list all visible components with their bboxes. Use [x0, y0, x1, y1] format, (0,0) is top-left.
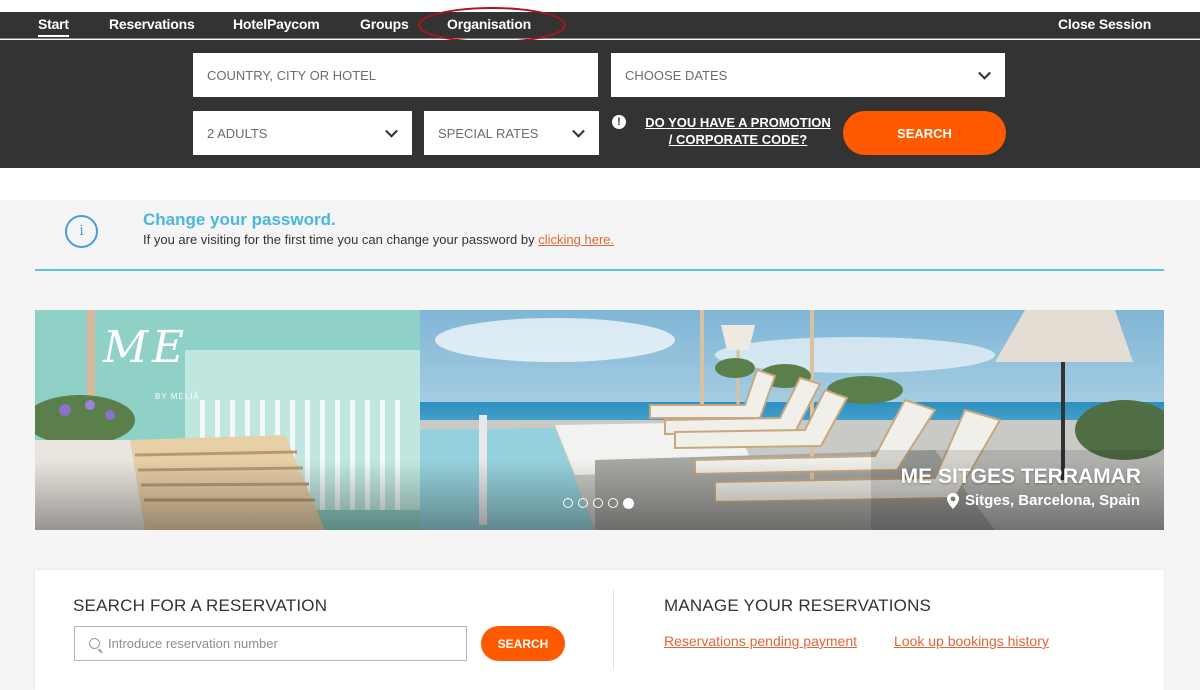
- notice-text: If you are visiting for the first time y…: [143, 232, 614, 247]
- exclamation-icon: !: [612, 115, 626, 129]
- carousel-dot-5-active[interactable]: [623, 498, 634, 509]
- carousel-dots: [563, 498, 634, 509]
- highlight-circle-annotation: [418, 7, 566, 43]
- dates-dropdown[interactable]: CHOOSE DATES: [611, 53, 1005, 97]
- search-panel: COUNTRY, CITY OR HOTEL CHOOSE DATES 2 AD…: [0, 40, 1200, 168]
- close-session-link[interactable]: Close Session: [1058, 16, 1151, 32]
- destination-input[interactable]: COUNTRY, CITY OR HOTEL: [193, 53, 598, 97]
- change-password-link[interactable]: clicking here.: [538, 232, 614, 247]
- reservation-number-field[interactable]: [74, 626, 467, 661]
- hotel-location: Sitges, Barcelona, Spain: [946, 492, 1140, 509]
- guests-label: 2 ADULTS: [207, 125, 268, 141]
- reservation-number-input[interactable]: [108, 636, 438, 651]
- bookings-history-link[interactable]: Look up bookings history: [894, 633, 1049, 649]
- top-navigation: Start Reservations HotelPaycom Groups Or…: [0, 12, 1200, 39]
- hotel-banner[interactable]: ME BY MELIÃ ME SITGES TERRAMAR Sitges, B…: [35, 310, 1164, 530]
- search-button[interactable]: SEARCH: [843, 111, 1006, 155]
- hotel-name: ME SITGES TERRAMAR: [900, 465, 1141, 488]
- hotel-location-text: Sitges, Barcelona, Spain: [964, 492, 1140, 509]
- nav-groups[interactable]: Groups: [360, 16, 409, 32]
- chevron-down-icon: [385, 124, 398, 138]
- promo-code-link[interactable]: DO YOU HAVE A PROMOTION / CORPORATE CODE…: [633, 114, 843, 148]
- carousel-dot-1[interactable]: [563, 498, 573, 508]
- location-pin-icon: [946, 492, 959, 509]
- carousel-dot-2[interactable]: [578, 498, 588, 508]
- chevron-down-icon: [572, 124, 585, 138]
- rates-dropdown[interactable]: SPECIAL RATES: [424, 111, 599, 155]
- nav-start[interactable]: Start: [38, 16, 69, 37]
- me-brand-sub: BY MELIÃ: [155, 392, 200, 401]
- reservation-card: SEARCH FOR A RESERVATION SEARCH MANAGE Y…: [35, 570, 1164, 690]
- promo-line-1: DO YOU HAVE A PROMOTION: [645, 115, 831, 130]
- notice-body: If you are visiting for the first time y…: [143, 232, 539, 247]
- search-reservation-title: SEARCH FOR A RESERVATION: [73, 596, 328, 615]
- notice-title: Change your password.: [143, 210, 336, 229]
- notice-divider: [35, 269, 1164, 271]
- nav-reservations[interactable]: Reservations: [109, 16, 195, 32]
- me-brand-logo: ME: [103, 322, 189, 373]
- guests-dropdown[interactable]: 2 ADULTS: [193, 111, 412, 155]
- manage-reservations-title: MANAGE YOUR RESERVATIONS: [664, 596, 932, 615]
- info-icon: i: [65, 215, 98, 248]
- dates-label: CHOOSE DATES: [625, 67, 728, 83]
- top-strip: [0, 0, 1200, 12]
- nav-hotelpaycom[interactable]: HotelPaycom: [233, 16, 320, 32]
- destination-placeholder: COUNTRY, CITY OR HOTEL: [207, 67, 377, 83]
- carousel-dot-4[interactable]: [608, 498, 618, 508]
- promo-line-2: / CORPORATE CODE?: [668, 132, 808, 147]
- rates-label: SPECIAL RATES: [438, 125, 539, 141]
- card-divider: [613, 590, 614, 670]
- chevron-down-icon: [978, 66, 991, 80]
- pending-payment-link[interactable]: Reservations pending payment: [664, 633, 857, 649]
- reservation-search-button[interactable]: SEARCH: [481, 626, 565, 661]
- carousel-dot-3[interactable]: [593, 498, 603, 508]
- content-top-spacer: [0, 168, 1200, 200]
- search-icon: [89, 638, 100, 649]
